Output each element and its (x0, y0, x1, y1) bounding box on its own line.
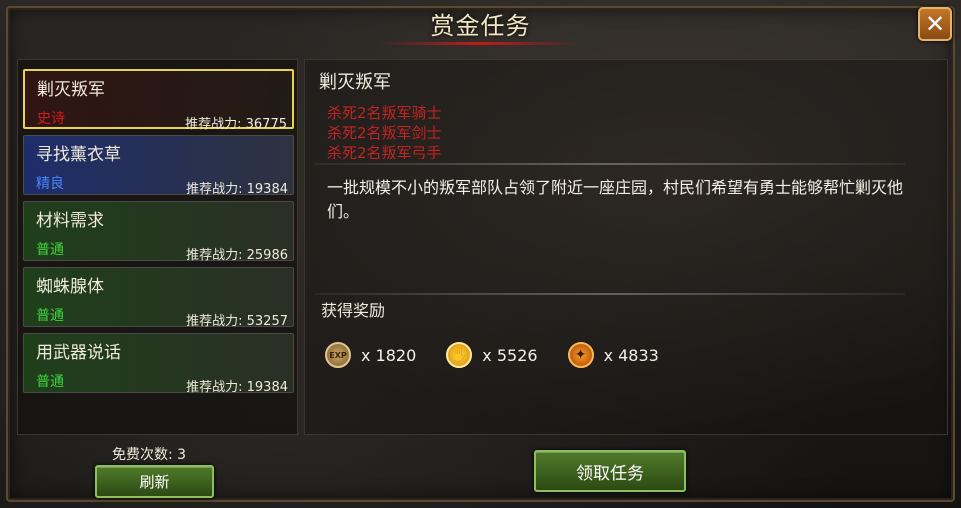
divider (315, 293, 905, 295)
task-item-4[interactable]: 蜘蛛腺体 普通 推荐战力: 53257 (23, 267, 294, 329)
reward-value: x 1820 (361, 345, 417, 365)
detail-title: 剿灭叛军 (319, 72, 391, 93)
task-name: 寻找薰衣草 (36, 145, 121, 165)
task-name: 材料需求 (36, 211, 104, 231)
close-button[interactable]: ✕ (918, 7, 952, 41)
task-recommended-power: 推荐战力: 36775 (185, 117, 287, 132)
reward-list: EXP x 1820 ✋ x 5526 ✦ x 4833 (325, 342, 689, 368)
task-rarity: 精良 (36, 176, 64, 192)
task-name: 蜘蛛腺体 (36, 277, 104, 297)
objective-item: 杀死2名叛军剑士 (327, 124, 442, 142)
divider (315, 163, 905, 165)
window-title: 赏金任务 (430, 12, 531, 40)
task-recommended-power: 推荐战力: 19384 (186, 380, 288, 395)
reward-title: 获得奖励 (321, 301, 386, 320)
gold-coin-icon: ✋ (446, 342, 473, 368)
reward-value: x 4833 (603, 345, 659, 365)
objective-list[interactable]: 杀死2名叛军骑士 杀死2名叛军剑士 杀死2名叛军弓手 (327, 103, 627, 159)
honor-icon: ✦ (567, 342, 594, 368)
refresh-button-label: 刷新 (139, 473, 170, 491)
task-list: 剿灭叛军 史诗 推荐战力: 36775 寻找薰衣草 精良 推荐战力: 19384… (17, 59, 298, 435)
accept-task-button[interactable]: 领取任务 (534, 450, 686, 492)
task-rarity: 史诗 (37, 111, 65, 127)
task-rarity: 普通 (36, 242, 64, 258)
reward-honor: ✦ x 4833 (567, 342, 659, 368)
task-description: 一批规模不小的叛军部队占领了附近一座庄园，村民们希望有勇士能够帮忙剿灭他们。 (327, 178, 904, 221)
title-underline (380, 42, 580, 45)
task-recommended-power: 推荐战力: 53257 (186, 314, 288, 329)
task-item-1[interactable]: 剿灭叛军 史诗 推荐战力: 36775 (23, 69, 294, 132)
objective-item: 杀死2名叛军弓手 (327, 144, 442, 159)
task-recommended-power: 推荐战力: 25986 (186, 248, 288, 263)
close-icon: ✕ (924, 10, 946, 38)
reward-exp: EXP x 1820 (325, 342, 416, 368)
task-item-2[interactable]: 寻找薰衣草 精良 推荐战力: 19384 (23, 135, 294, 197)
task-detail-panel: 剿灭叛军 杀死2名叛军骑士 杀死2名叛军剑士 杀死2名叛军弓手 一批规模不小的叛… (304, 59, 948, 435)
reward-gold: ✋ x 5526 (446, 342, 538, 368)
task-recommended-power: 推荐战力: 19384 (186, 182, 288, 197)
exp-icon: EXP (325, 342, 351, 368)
task-item-3[interactable]: 材料需求 普通 推荐战力: 25986 (23, 201, 294, 263)
task-name: 用武器说话 (36, 343, 121, 363)
reward-value: x 5526 (482, 345, 538, 365)
task-item-5[interactable]: 用武器说话 普通 推荐战力: 19384 (23, 333, 294, 395)
task-rarity: 普通 (36, 308, 64, 324)
task-rarity: 普通 (36, 374, 64, 390)
refresh-button[interactable]: 刷新 (95, 465, 214, 498)
task-name: 剿灭叛军 (37, 80, 105, 100)
objective-item: 杀死2名叛军骑士 (327, 104, 442, 122)
free-refresh-count: 免费次数: 3 (112, 447, 187, 463)
accept-task-button-label: 领取任务 (576, 463, 644, 484)
